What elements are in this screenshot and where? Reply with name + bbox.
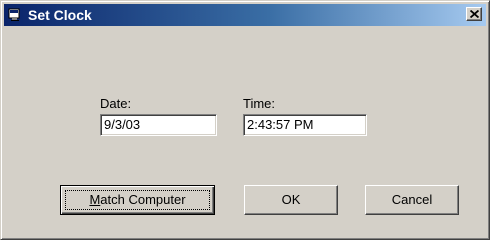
- date-label: Date:: [100, 96, 132, 111]
- app-icon: [8, 8, 22, 22]
- match-computer-button[interactable]: Match Computer: [60, 185, 215, 215]
- cancel-button[interactable]: Cancel: [365, 185, 459, 215]
- set-clock-dialog: Set Clock Date: 9/3/03 Time: 2:43:57 PM …: [0, 0, 490, 240]
- close-button[interactable]: [466, 7, 482, 21]
- ok-button[interactable]: OK: [244, 185, 338, 215]
- title-bar[interactable]: Set Clock: [4, 4, 486, 26]
- match-computer-label-rest: atch Computer: [100, 192, 186, 207]
- close-icon: [470, 10, 479, 18]
- window-title: Set Clock: [28, 7, 92, 23]
- match-computer-label: Match Computer: [89, 192, 185, 207]
- ok-button-label: OK: [281, 192, 301, 207]
- time-field[interactable]: 2:43:57 PM: [243, 114, 367, 136]
- cancel-button-label: Cancel: [391, 192, 433, 207]
- time-label: Time:: [243, 96, 276, 111]
- date-field[interactable]: 9/3/03: [100, 114, 217, 136]
- match-computer-mnemonic: M: [89, 192, 101, 207]
